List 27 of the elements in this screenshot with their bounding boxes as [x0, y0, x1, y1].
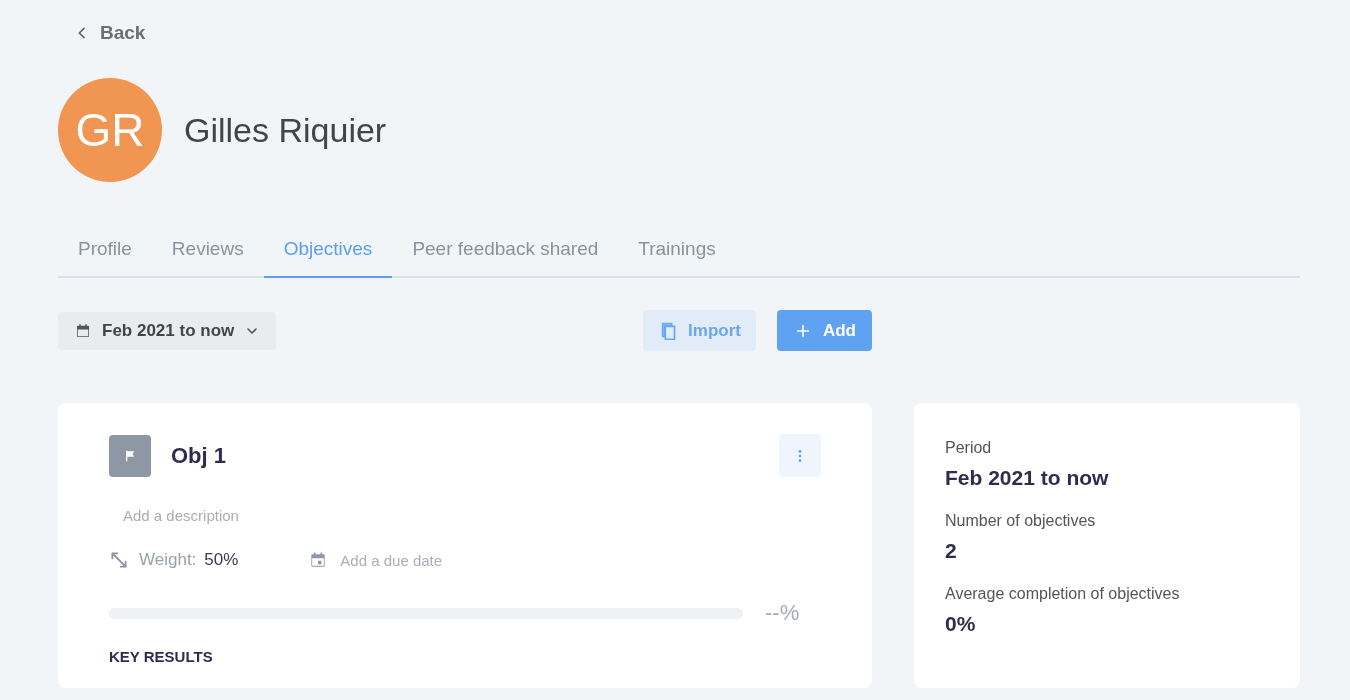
- tab[interactable]: Reviews: [151, 228, 264, 278]
- tab[interactable]: Trainings: [618, 228, 736, 278]
- calendar-icon: [74, 321, 92, 340]
- back-link[interactable]: Back: [74, 22, 146, 44]
- more-button[interactable]: [779, 434, 821, 477]
- summary-value: Feb 2021 to now: [945, 466, 1110, 490]
- tab[interactable]: Profile: [58, 228, 152, 278]
- progress-reading: --%: [765, 600, 800, 626]
- plus-icon: [794, 322, 811, 339]
- weight-value: 50%: [204, 550, 239, 570]
- summary-value: 2: [945, 539, 958, 563]
- person-name: Gilles Riquier: [184, 110, 387, 150]
- weight-label: Weight:: [139, 550, 197, 570]
- objective-title: Obj 1: [171, 442, 226, 469]
- summary-label: Average completion of objectives: [945, 585, 1181, 603]
- flag-icon: [109, 434, 151, 477]
- summary-value: 0%: [945, 612, 977, 636]
- avatar: GR: [58, 78, 162, 182]
- add-button[interactable]: Add: [776, 310, 872, 351]
- import-button[interactable]: Import: [643, 310, 756, 351]
- summary-label: Number of objectives: [945, 512, 1097, 530]
- resize-arrows-icon: [109, 550, 129, 570]
- tab[interactable]: Peer feedback shared: [392, 228, 619, 278]
- section-heading: KEY RESULTS: [109, 648, 214, 665]
- period-dropdown[interactable]: Feb 2021 to now: [58, 311, 277, 350]
- summary-label: Period: [945, 439, 993, 457]
- tab[interactable]: Objectives: [263, 228, 393, 278]
